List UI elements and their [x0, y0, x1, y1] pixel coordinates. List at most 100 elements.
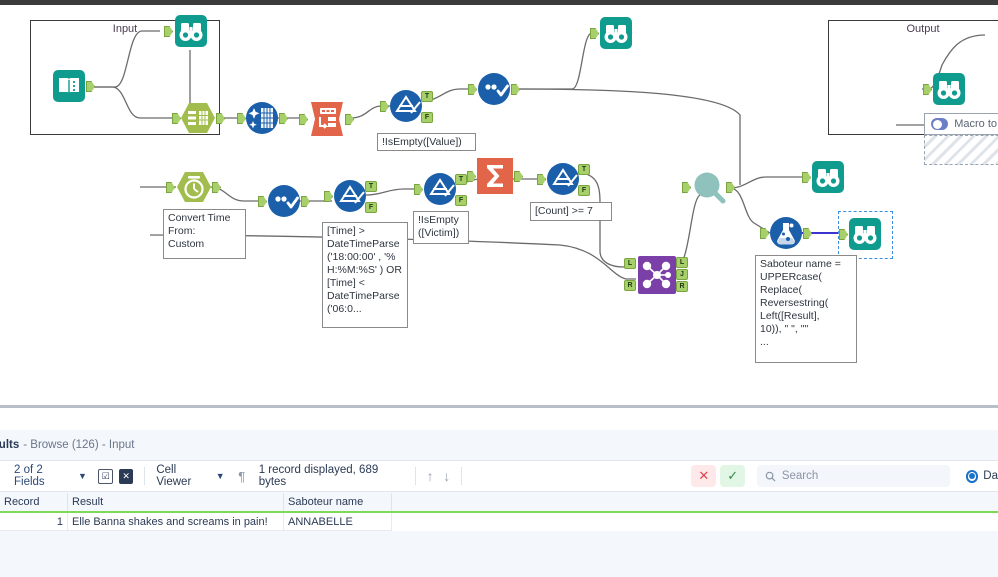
false-output-anchor[interactable]: F [365, 202, 377, 213]
results-top-gap [0, 408, 998, 430]
input-data-tool[interactable] [52, 69, 95, 103]
grid-empty-area [0, 531, 998, 577]
data-cleansing-tool[interactable] [237, 101, 288, 135]
false-output-anchor[interactable]: F [455, 195, 467, 206]
cell-record: 1 [0, 513, 68, 531]
annotation-filter-victim: !IsEmpty ([Victim]) [413, 211, 469, 244]
datetime-tool[interactable] [166, 170, 221, 204]
fields-dropdown[interactable]: 2 of 2 Fields ▼ [14, 464, 87, 488]
select-tool[interactable] [258, 184, 310, 218]
results-pane: esults - Browse (126) - Input 2 of 2 Fie… [0, 405, 998, 577]
grid-header-row: Record Result Saboteur name [0, 493, 998, 513]
filter-tool[interactable]: T F [324, 179, 377, 213]
right-input-anchor[interactable]: R [624, 280, 636, 291]
filter-tool[interactable]: T F [380, 89, 433, 123]
filter-tool[interactable]: T F [537, 162, 590, 196]
cell-viewer-dropdown[interactable]: Cell Viewer ▼ [156, 464, 224, 488]
text-to-columns-tool[interactable] [172, 101, 225, 135]
search-input[interactable]: Search [756, 465, 951, 487]
true-output-anchor[interactable]: T [578, 164, 590, 175]
transpose-tool[interactable] [299, 100, 354, 136]
column-header-saboteur[interactable]: Saboteur name [284, 493, 392, 511]
filter-tool[interactable]: T F [414, 172, 467, 206]
annotation-time-filter: [Time] > DateTimeParse ('18:00:00' , '% … [322, 222, 408, 328]
deselect-icon[interactable]: ✕ [118, 468, 134, 484]
output-anchor[interactable] [279, 113, 288, 124]
input-anchor[interactable] [590, 28, 599, 39]
search-icon [765, 471, 776, 482]
data-radio-button[interactable] [965, 469, 979, 483]
workflow-canvas[interactable]: Input T F !IsEmpty([Value]) Output Macro… [0, 5, 998, 405]
join-output-anchor[interactable]: J [676, 269, 688, 280]
input-anchor[interactable] [682, 182, 691, 193]
input-anchor[interactable] [467, 171, 476, 182]
summarize-tool[interactable] [467, 157, 523, 194]
false-output-anchor[interactable]: F [421, 112, 433, 123]
formula-tool[interactable] [760, 216, 812, 250]
output-anchor[interactable] [212, 182, 221, 193]
output-container-title: Output [906, 23, 940, 35]
input-anchor[interactable] [324, 191, 333, 202]
input-anchor[interactable] [802, 172, 811, 183]
cell-result: Elle Banna shakes and screams in pain! [68, 513, 284, 531]
right-output-anchor[interactable]: R [676, 281, 688, 292]
false-output-anchor[interactable]: F [578, 185, 590, 196]
input-anchor[interactable] [537, 174, 546, 185]
true-output-anchor[interactable]: T [455, 174, 467, 185]
input-anchor[interactable] [760, 228, 769, 239]
browse-tool-selected[interactable] [839, 217, 882, 251]
select-tool[interactable] [468, 72, 520, 106]
reject-records-button[interactable]: ✕ [691, 465, 717, 487]
macro-toggle[interactable]: Macro to [924, 113, 998, 135]
results-subtitle: - Browse (126) - Input [23, 439, 135, 451]
true-output-anchor[interactable]: T [365, 181, 377, 192]
browse-tool[interactable] [802, 160, 845, 194]
cell-saboteur: ANNABELLE [284, 513, 392, 531]
fields-dropdown-label: 2 of 2 Fields [14, 464, 45, 488]
search-placeholder: Search [781, 470, 819, 482]
results-title: esults [0, 439, 20, 451]
browse-tool[interactable] [164, 14, 208, 48]
input-anchor[interactable] [166, 182, 175, 193]
left-output-anchor[interactable]: L [676, 257, 688, 268]
macro-hatch-area [924, 135, 998, 165]
input-anchor[interactable] [258, 196, 267, 207]
results-grid[interactable]: Record Result Saboteur name 1 Elle Banna… [0, 493, 998, 577]
output-anchor[interactable] [514, 171, 523, 182]
output-anchor[interactable] [216, 113, 225, 124]
output-anchor[interactable] [803, 228, 812, 239]
input-anchor[interactable] [414, 184, 423, 195]
record-status-text: 1 record displayed, 689 bytes [258, 464, 379, 488]
left-input-anchor[interactable]: L [624, 258, 636, 269]
output-anchor[interactable] [301, 196, 310, 207]
annotation-convert-time: Convert Time From: Custom [163, 209, 246, 259]
radio-inner-dot [969, 473, 976, 479]
join-tool[interactable]: L R L J R [624, 255, 688, 294]
output-anchor[interactable] [511, 84, 520, 95]
accept-records-button[interactable]: ✓ [720, 465, 746, 487]
unique-tool[interactable] [682, 170, 735, 204]
output-anchor[interactable] [726, 182, 735, 193]
pilcrow-icon[interactable]: ¶ [238, 469, 245, 484]
alteryx-designer-window: Input T F !IsEmpty([Value]) Output Macro… [0, 0, 998, 577]
browse-tool[interactable] [590, 16, 633, 50]
annotation-filter-value: !IsEmpty([Value]) [377, 133, 476, 151]
macro-toggle-label: Macro to [954, 118, 997, 130]
checkbox-icon[interactable]: ☑ [98, 468, 114, 484]
toggle-knob [932, 119, 942, 129]
toolbar-divider [461, 467, 463, 485]
toggle-switch[interactable] [931, 118, 949, 130]
cell-viewer-label: Cell Viewer [156, 464, 192, 488]
input-anchor[interactable] [468, 84, 477, 95]
results-toolbar: 2 of 2 Fields ▼ ☑ ✕ Cell Viewer ▼ ¶ 1 re… [0, 460, 998, 492]
column-header-result[interactable]: Result [68, 493, 284, 511]
table-row[interactable]: 1 Elle Banna shakes and screams in pain!… [0, 513, 998, 531]
true-output-anchor[interactable]: T [421, 91, 433, 102]
output-anchor[interactable] [345, 114, 354, 125]
arrow-down-icon[interactable]: ↓ [443, 468, 450, 484]
arrow-up-icon[interactable]: ↑ [427, 468, 434, 484]
browse-tool[interactable] [923, 72, 966, 106]
column-header-record[interactable]: Record [0, 493, 68, 511]
toolbar-divider [414, 467, 416, 485]
input-anchor[interactable] [380, 101, 389, 112]
